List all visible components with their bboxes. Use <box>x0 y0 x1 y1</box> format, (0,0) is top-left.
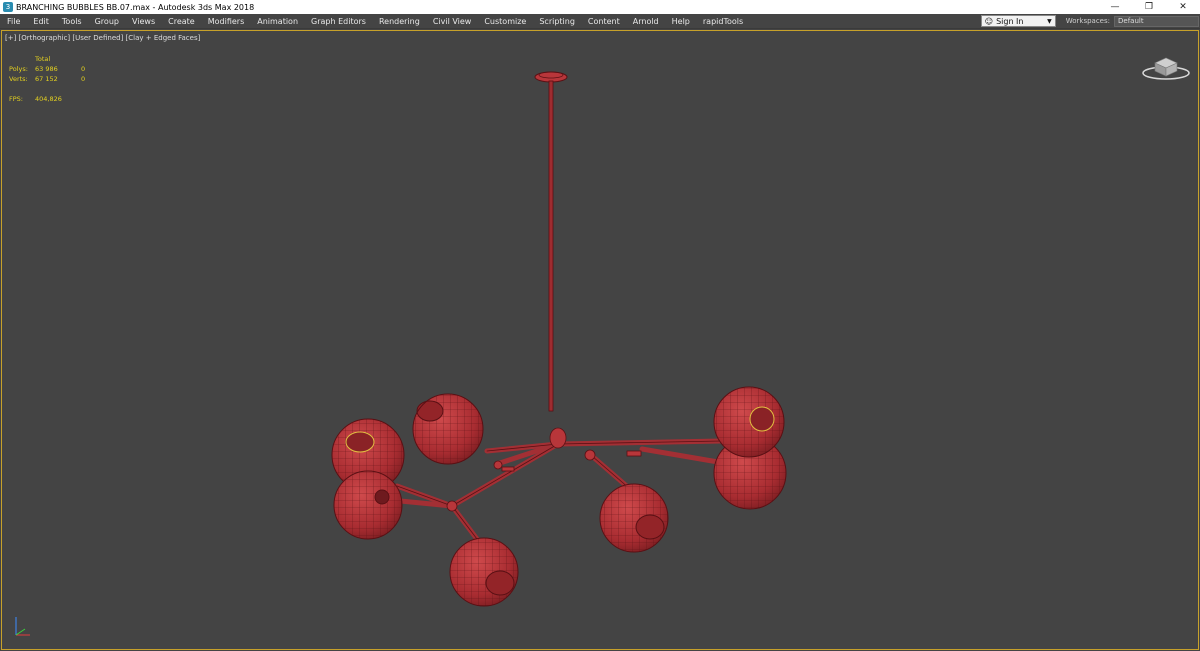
chevron-down-icon: ▼ <box>1047 17 1052 25</box>
menu-content[interactable]: Content <box>581 14 626 29</box>
restore-button[interactable]: ❐ <box>1132 0 1166 14</box>
globe-7 <box>713 386 785 458</box>
workspace-select[interactable]: Default <box>1114 15 1199 27</box>
axis-tripod-icon <box>15 617 30 636</box>
menu-scripting[interactable]: Scripting <box>532 14 581 29</box>
window-title: BRANCHING BUBBLES BB.07.max - Autodesk 3… <box>16 2 255 12</box>
user-icon: ☺ <box>984 16 994 26</box>
glass-globes <box>331 386 787 607</box>
menu-tools[interactable]: Tools <box>55 14 88 29</box>
close-button[interactable]: ✕ <box>1166 0 1200 14</box>
menu-bar: File Edit Tools Group Views Create Modif… <box>0 14 1200 29</box>
menu-create[interactable]: Create <box>161 14 201 29</box>
ceiling-canopy <box>534 71 568 83</box>
menu-arnold[interactable]: Arnold <box>626 14 665 29</box>
menu-customize[interactable]: Customize <box>477 14 532 29</box>
menu-edit[interactable]: Edit <box>26 14 55 29</box>
menu-rendering[interactable]: Rendering <box>372 14 426 29</box>
menu-group[interactable]: Group <box>88 14 125 29</box>
globe-5 <box>599 483 669 553</box>
sign-in-dropdown[interactable]: ☺ Sign In ▼ <box>980 15 1056 27</box>
menu-rapidtools[interactable]: rapidTools <box>696 14 749 29</box>
menu-civil-view[interactable]: Civil View <box>426 14 478 29</box>
app-icon: 3 <box>3 2 13 12</box>
title-bar: 3 BRANCHING BUBBLES BB.07.max - Autodesk… <box>0 0 1200 14</box>
sign-in-label: Sign In <box>996 16 1024 26</box>
workspaces-label: Workspaces: <box>1065 17 1110 25</box>
minimize-button[interactable]: — <box>1098 0 1132 14</box>
menu-file[interactable]: File <box>0 14 26 29</box>
globe-3 <box>333 470 403 540</box>
menu-graph-editors[interactable]: Graph Editors <box>304 14 372 29</box>
menu-animation[interactable]: Animation <box>250 14 304 29</box>
menu-modifiers[interactable]: Modifiers <box>201 14 251 29</box>
globe-2 <box>412 393 484 465</box>
chandelier-model[interactable] <box>2 31 1198 649</box>
suspension-rod <box>548 80 554 412</box>
globe-4 <box>449 537 519 607</box>
perspective-viewport[interactable]: [+] [Orthographic] [User Defined] [Clay … <box>1 30 1199 650</box>
menu-help[interactable]: Help <box>665 14 696 29</box>
menu-items: File Edit Tools Group Views Create Modif… <box>0 14 981 29</box>
menu-views[interactable]: Views <box>125 14 161 29</box>
